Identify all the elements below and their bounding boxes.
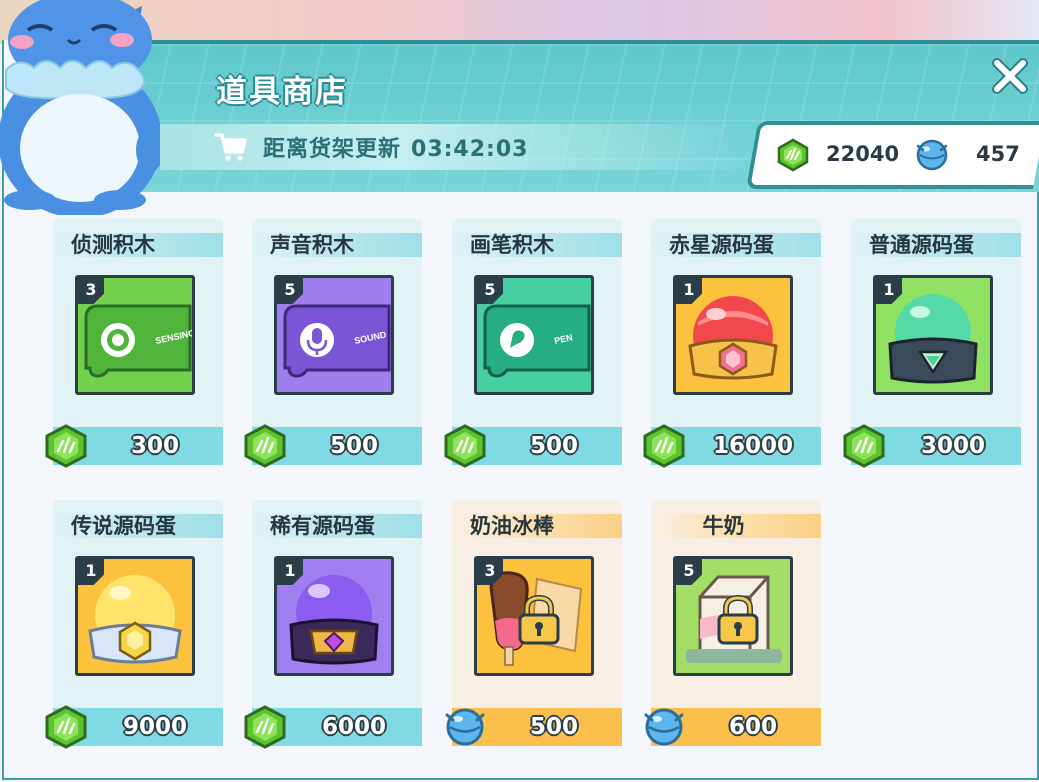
timer-value: 03:42:03 — [411, 137, 529, 162]
item-price: 500 — [529, 714, 578, 740]
gem-icon — [777, 138, 809, 172]
item-image: 5 SOUND — [274, 275, 394, 395]
item-image: 1 — [873, 275, 993, 395]
item-price: 16000 — [712, 433, 794, 459]
gem-icon — [244, 424, 286, 468]
lock-icon — [717, 595, 759, 645]
item-image: 5 PEN — [474, 275, 594, 395]
gem-icon — [45, 705, 87, 749]
shop-item-sensing-block[interactable]: 侦测积木 3 SENSING 300 — [45, 219, 223, 468]
item-image: 1 — [75, 556, 195, 676]
cart-icon — [214, 133, 247, 161]
item-image: 5 — [673, 556, 793, 676]
item-name: 传说源码蛋 — [71, 514, 176, 538]
item-name: 奶油冰棒 — [470, 514, 554, 538]
gem-icon — [843, 424, 885, 468]
item-name: 牛奶 — [702, 514, 745, 538]
item-name: 普通源码蛋 — [869, 233, 974, 257]
item-name: 稀有源码蛋 — [270, 514, 375, 538]
shop-item-cream-popsicle[interactable]: 奶油冰棒 3 500 — [445, 500, 622, 746]
shop-item-legendary-egg[interactable]: 传说源码蛋 1 9000 — [45, 500, 223, 749]
item-price: 600 — [728, 714, 777, 740]
gem-icon — [444, 424, 486, 468]
item-image: 3 — [474, 556, 594, 676]
item-name: 画笔积木 — [470, 233, 554, 257]
item-image: 1 — [274, 556, 394, 676]
item-price: 6000 — [321, 714, 386, 740]
currency-display: 22040 457 — [770, 130, 1039, 180]
refresh-timer: 距离货架更新 03:42:03 — [263, 131, 528, 163]
close-button[interactable] — [990, 56, 1030, 96]
item-name: 侦测积木 — [71, 233, 155, 257]
item-price: 300 — [130, 433, 179, 459]
gem-icon — [244, 705, 286, 749]
item-name: 声音积木 — [270, 233, 354, 257]
shop-item-pen-block[interactable]: 画笔积木 5 PEN 500 — [444, 219, 622, 468]
blue-ball-icon — [445, 708, 485, 746]
item-price: 9000 — [122, 714, 187, 740]
shop-item-common-egg[interactable]: 普通源码蛋 1 3000 — [843, 219, 1021, 468]
item-price: 3000 — [920, 433, 985, 459]
item-image: 1 — [673, 275, 793, 395]
item-image: 3 SENSING — [75, 275, 195, 395]
shop-item-sound-block[interactable]: 声音积木 5 SOUND 500 — [244, 219, 422, 468]
gem-icon — [643, 424, 685, 468]
item-price: 500 — [529, 433, 578, 459]
shop-item-red-star-egg[interactable]: 赤星源码蛋 1 16000 — [643, 219, 821, 468]
mascot-character — [0, 0, 164, 215]
item-name: 赤星源码蛋 — [669, 233, 774, 257]
lock-icon — [518, 595, 560, 645]
gem-balance: 22040 — [826, 142, 900, 166]
ball-balance: 457 — [976, 142, 1020, 166]
item-price: 500 — [329, 433, 378, 459]
timer-label: 距离货架更新 — [263, 137, 402, 162]
page-title: 道具商店 — [216, 74, 348, 110]
shop-item-rare-egg[interactable]: 稀有源码蛋 1 6000 — [244, 500, 422, 749]
blue-ball-icon — [644, 708, 684, 746]
gem-icon — [45, 424, 87, 468]
blue-ball-icon — [916, 139, 948, 171]
shop-item-milk[interactable]: 牛奶 5 600 — [644, 500, 821, 746]
